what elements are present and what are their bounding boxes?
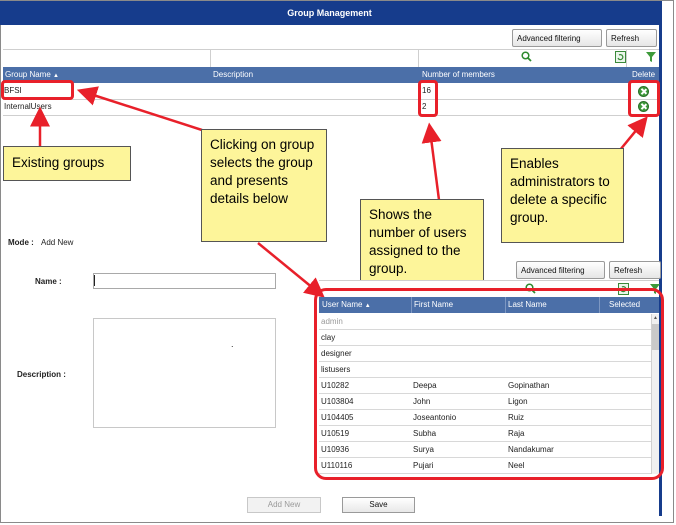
- users-refresh-label: Refresh: [614, 266, 643, 275]
- callout-delete-group: Enables administrators to delete a speci…: [501, 148, 624, 243]
- callout-member-count: Shows the number of users assigned to th…: [360, 199, 484, 281]
- description-value: .: [231, 339, 234, 349]
- mode-label: Mode :: [8, 238, 34, 247]
- users-advanced-filtering-label: Advanced filtering: [521, 266, 585, 275]
- highlight-user-list: [314, 288, 664, 480]
- name-label: Name :: [35, 277, 62, 286]
- users-refresh-button[interactable]: Refresh: [609, 261, 661, 295]
- add-new-button[interactable]: Add New: [247, 497, 321, 513]
- description-label: Description :: [17, 370, 66, 379]
- users-advanced-filtering-button[interactable]: Advanced filtering: [516, 261, 605, 295]
- save-button[interactable]: Save: [342, 497, 415, 513]
- users-grid-top-line: [319, 280, 659, 281]
- callout-existing-groups: Existing groups: [3, 146, 131, 181]
- name-input[interactable]: [93, 273, 276, 289]
- mode-value: Add New: [41, 238, 74, 247]
- description-textarea[interactable]: .: [93, 318, 276, 428]
- text-cursor: [94, 275, 95, 286]
- callout-clicking-group: Clicking on group selects the group and …: [201, 129, 327, 242]
